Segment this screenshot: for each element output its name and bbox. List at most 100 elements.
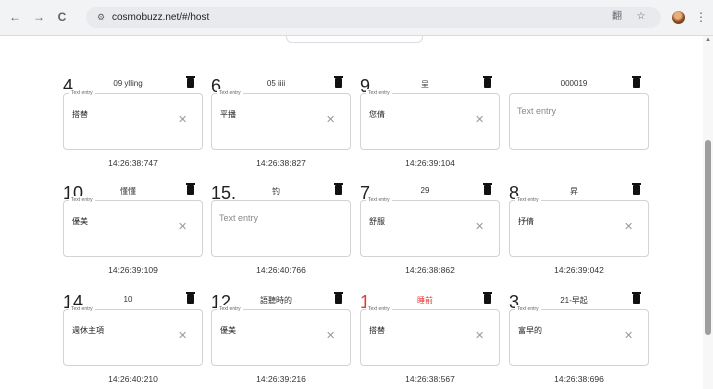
- entry-timestamp: 14:26:39:042: [554, 265, 604, 275]
- site-settings-icon[interactable]: ⚙: [94, 10, 108, 24]
- entry-player-name: 21-早起: [560, 296, 588, 305]
- trash-icon[interactable]: [483, 76, 492, 88]
- entry-card: 14. 10 Text entry 週休主項 ✕ 14:26:40:210: [63, 292, 203, 389]
- text-entry-placeholder: Text entry: [219, 213, 259, 223]
- entry-timestamp: 14:26:40:210: [108, 374, 158, 384]
- entry-card: 10. 懂懂 Text entry 優美 ✕ 14:26:39:109: [63, 183, 203, 283]
- entry-player-name: 05 iiii: [266, 79, 286, 88]
- trash-icon[interactable]: [483, 183, 492, 195]
- close-icon[interactable]: ✕: [624, 330, 633, 342]
- page-scrollbar[interactable]: ▲: [703, 36, 713, 389]
- text-entry-value: 舒服: [369, 217, 385, 226]
- entry-card: 15. 钓 Text entry 14:26:40:766: [211, 183, 351, 283]
- close-icon[interactable]: ✕: [475, 330, 484, 342]
- browser-menu-icon[interactable]: ⋮: [695, 9, 707, 25]
- trash-icon[interactable]: [334, 76, 343, 88]
- text-entry-value: 優美: [220, 326, 236, 335]
- trash-icon[interactable]: [334, 292, 343, 304]
- close-icon[interactable]: ✕: [326, 330, 335, 342]
- trash-icon[interactable]: [186, 183, 195, 195]
- back-icon[interactable]: ←: [7, 9, 23, 25]
- text-entry-value: 平播: [220, 110, 236, 119]
- text-entry-label: Text entry: [69, 89, 95, 97]
- entry-player-name: 09 ylling: [113, 79, 143, 88]
- trash-icon[interactable]: [632, 183, 641, 195]
- text-entry-field[interactable]: Text entry 優美 ✕: [211, 305, 351, 366]
- text-entry-field[interactable]: Text entry: [211, 200, 351, 257]
- entry-player-name: 睡前: [417, 296, 433, 305]
- entry-timestamp: 14:26:38:862: [405, 265, 455, 275]
- trash-icon[interactable]: [483, 292, 492, 304]
- trash-icon[interactable]: [632, 76, 641, 88]
- url-text[interactable]: cosmobuzz.net/#/host: [112, 10, 209, 25]
- text-entry-field[interactable]: Text entry 抒倩 ✕: [509, 196, 649, 257]
- close-icon[interactable]: ✕: [475, 221, 484, 233]
- text-entry-field[interactable]: Text entry 富早的 ✕: [509, 305, 649, 366]
- entry-card: 9. 呈 Text entry 您倩 ✕ 14:26:39:104: [360, 76, 500, 176]
- entry-timestamp: 14:26:39:104: [405, 158, 455, 168]
- entry-card: 8. 昇 Text entry 抒倩 ✕ 14:26:39:042: [509, 183, 649, 283]
- entry-timestamp: 14:26:38:567: [405, 374, 455, 384]
- top-panel-edge: [286, 35, 423, 43]
- entry-card: 1. 睡前 Text entry 搭替 ✕ 14:26:38:567: [360, 292, 500, 389]
- entry-card: 12. 語聽時的 Text entry 優美 ✕ 14:26:39:216: [211, 292, 351, 389]
- text-entry-value: 週休主項: [72, 326, 104, 335]
- reload-icon[interactable]: C: [54, 9, 70, 25]
- text-entry-value: 您倩: [369, 110, 385, 119]
- text-entry-label: Text entry: [366, 196, 392, 204]
- text-entry-field[interactable]: Text entry 搭替 ✕: [63, 89, 203, 150]
- text-entry-field[interactable]: Text entry 舒服 ✕: [360, 196, 500, 257]
- text-entry-value: 搭替: [72, 110, 88, 119]
- entry-player-name: 懂懂: [120, 187, 136, 196]
- text-entry-field[interactable]: Text entry 平播 ✕: [211, 89, 351, 150]
- host-page: 4. 09 ylling Text entry 搭替 ✕ 14:26:38:747 6. 05…: [0, 35, 713, 389]
- text-entry-value: 優美: [72, 217, 88, 226]
- text-entry-value: 抒倩: [518, 217, 534, 226]
- text-entry-field[interactable]: Text entry 搭替 ✕: [360, 305, 500, 366]
- entry-timestamp: 14:26:38:696: [554, 374, 604, 384]
- entry-player-name: 語聽時的: [260, 296, 292, 305]
- bookmark-star-icon[interactable]: ☆: [634, 10, 648, 24]
- close-icon[interactable]: ✕: [178, 221, 187, 233]
- trash-icon[interactable]: [334, 183, 343, 195]
- address-bar[interactable]: ⚙ cosmobuzz.net/#/host 翻 ☆: [86, 7, 661, 28]
- text-entry-field[interactable]: Text entry: [509, 93, 649, 150]
- text-entry-label: Text entry: [366, 305, 392, 313]
- text-entry-label: Text entry: [366, 89, 392, 97]
- close-icon[interactable]: ✕: [624, 221, 633, 233]
- text-entry-placeholder: Text entry: [517, 106, 557, 116]
- text-entry-label: Text entry: [515, 305, 541, 313]
- trash-icon[interactable]: [186, 292, 195, 304]
- text-entry-label: Text entry: [515, 196, 541, 204]
- close-icon[interactable]: ✕: [326, 114, 335, 126]
- text-entry-field[interactable]: Text entry 您倩 ✕: [360, 89, 500, 150]
- close-icon[interactable]: ✕: [178, 330, 187, 342]
- text-entry-value: 富早的: [518, 326, 542, 335]
- trash-icon[interactable]: [632, 292, 641, 304]
- forward-icon[interactable]: →: [31, 9, 47, 25]
- entry-card: 3. 21-早起 Text entry 富早的 ✕ 14:26:38:696: [509, 292, 649, 389]
- profile-avatar[interactable]: [672, 11, 685, 24]
- scrollbar-thumb[interactable]: [705, 140, 711, 335]
- text-entry-value: 搭替: [369, 326, 385, 335]
- translate-icon[interactable]: 翻: [610, 10, 624, 24]
- entry-player-name: 000019: [560, 79, 588, 88]
- entry-player-name: 钓: [272, 187, 280, 196]
- entry-card: 000019 Text entry: [509, 76, 649, 176]
- close-icon[interactable]: ✕: [475, 114, 484, 126]
- entry-timestamp: 14:26:40:766: [256, 265, 306, 275]
- entry-timestamp: 14:26:39:216: [256, 374, 306, 384]
- entry-timestamp: 14:26:38:827: [256, 158, 306, 168]
- close-icon[interactable]: ✕: [178, 114, 187, 126]
- entry-player-name: 呈: [421, 80, 429, 89]
- entry-player-name: 29: [420, 186, 430, 195]
- text-entry-field[interactable]: Text entry 週休主項 ✕: [63, 305, 203, 366]
- entry-timestamp: 14:26:39:109: [108, 265, 158, 275]
- scroll-up-icon[interactable]: ▲: [705, 37, 711, 43]
- trash-icon[interactable]: [186, 76, 195, 88]
- text-entry-field[interactable]: Text entry 優美 ✕: [63, 196, 203, 257]
- text-entry-label: Text entry: [69, 305, 95, 313]
- text-entry-label: Text entry: [217, 89, 243, 97]
- text-entry-label: Text entry: [217, 305, 243, 313]
- entry-timestamp: 14:26:38:747: [108, 158, 158, 168]
